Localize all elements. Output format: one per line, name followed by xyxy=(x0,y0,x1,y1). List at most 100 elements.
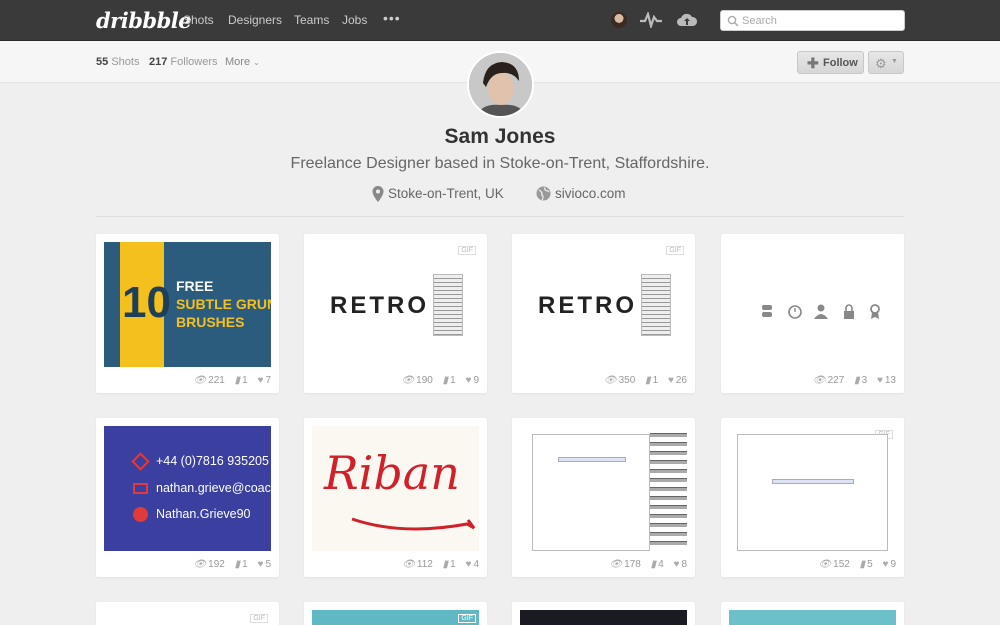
profile-bio: Freelance Designer based in Stoke-on-Tre… xyxy=(290,155,710,172)
shot-card[interactable]: +44 (0)7816 935205 nathan.grieve@coac Na… xyxy=(96,418,279,577)
search-box[interactable]: Search xyxy=(720,10,905,31)
likes-count: 9 xyxy=(473,375,479,386)
nav-shots[interactable]: Shots xyxy=(183,13,214,27)
shot-thumbnail[interactable]: 10 FREE SUBTLE GRUNGE BRUSHES xyxy=(104,242,271,367)
heart-icon[interactable]: ♥ xyxy=(877,375,883,386)
views-count: 221 xyxy=(208,375,225,386)
nav-teams[interactable]: Teams xyxy=(294,13,329,27)
shots-count: 55 xyxy=(96,56,109,68)
eye-icon: 👁 xyxy=(603,375,617,386)
shot-card[interactable]: Riban 👁 112 ▮ 1 ♥ 4 xyxy=(304,418,487,577)
eye-icon: 👁 xyxy=(402,559,415,570)
thumb-line-1: FREE xyxy=(176,278,214,294)
activity-icon[interactable] xyxy=(640,12,662,28)
likes-count: 4 xyxy=(473,559,479,570)
followers-count-link[interactable]: 217 Followers xyxy=(149,56,218,68)
views-count: 227 xyxy=(827,375,845,386)
dribbble-logo[interactable]: dribbble xyxy=(96,8,192,33)
shot-thumbnail[interactable]: GIF RETRO xyxy=(520,242,687,367)
settings-dropdown-button[interactable]: ⚙ ▼ xyxy=(868,51,904,74)
shot-thumbnail[interactable] xyxy=(520,610,687,625)
shot-card[interactable]: GIF xyxy=(304,602,487,625)
follow-label: Follow xyxy=(823,57,858,69)
heart-icon[interactable]: ♥ xyxy=(883,559,889,570)
shot-card[interactable] xyxy=(721,602,904,625)
profile-website-link[interactable]: sivioco.com xyxy=(555,186,626,201)
eye-icon: 👁 xyxy=(193,375,207,386)
shot-thumbnail[interactable]: GIF xyxy=(520,426,687,551)
shot-thumbnail[interactable]: +44 (0)7816 935205 nathan.grieve@coac Na… xyxy=(104,426,271,551)
shot-thumbnail[interactable] xyxy=(729,610,896,625)
caret-down-icon: ▼ xyxy=(891,58,898,65)
heart-icon[interactable]: ♥ xyxy=(466,375,472,386)
shot-thumbnail[interactable]: Riban xyxy=(312,426,479,551)
shot-stats: 👁 192 ▮ 1 ♥ 5 xyxy=(186,559,271,570)
more-dropdown[interactable]: More ⌄ xyxy=(225,56,260,68)
nav-designers[interactable]: Designers xyxy=(228,13,282,27)
views-count: 178 xyxy=(624,559,641,570)
shot-card[interactable] xyxy=(512,602,695,625)
heart-icon[interactable]: ♥ xyxy=(258,559,264,570)
search-icon xyxy=(727,15,739,27)
likes-count: 9 xyxy=(890,559,896,570)
shot-thumbnail[interactable]: GIF xyxy=(729,426,896,551)
divider xyxy=(96,216,904,217)
comments-count: 1 xyxy=(450,559,456,570)
views-count: 350 xyxy=(618,375,636,386)
comment-icon: ▮ xyxy=(442,559,449,570)
heart-icon[interactable]: ♥ xyxy=(668,375,674,386)
shot-card[interactable]: GIF RETRO 👁 190 ▮ 1 ♥ 9 xyxy=(304,234,487,393)
ribbon-swash xyxy=(351,517,476,531)
shot-thumbnail[interactable]: GIF xyxy=(312,610,479,625)
comments-count: 4 xyxy=(658,559,664,570)
comment-icon: ▮ xyxy=(854,375,860,386)
eye-icon: 👁 xyxy=(609,559,623,570)
followers-label: Followers xyxy=(170,56,218,68)
follow-button[interactable]: ✚ Follow xyxy=(797,51,864,74)
profile-avatar[interactable] xyxy=(467,51,534,118)
shot-card[interactable]: GIF xyxy=(96,602,279,625)
shot-card[interactable]: 👁 227 ▮ 3 ♥ 13 xyxy=(721,234,904,393)
more-menu-icon[interactable]: ••• xyxy=(383,10,401,26)
top-navbar: dribbble Shots Designers Teams Jobs ••• … xyxy=(0,0,1000,41)
shot-card[interactable]: GIF 👁152 ▮5 ♥9 xyxy=(721,418,904,577)
eye-icon: 👁 xyxy=(401,375,415,386)
heart-icon[interactable]: ♥ xyxy=(674,559,680,570)
gif-badge: GIF xyxy=(458,614,476,623)
gear-icon: ⚙ xyxy=(875,56,887,71)
thumb-skype: Nathan.Grieve90 xyxy=(156,507,251,521)
eye-icon: 👁 xyxy=(818,559,832,570)
search-input[interactable]: Search xyxy=(742,15,777,27)
comments-count: 1 xyxy=(450,375,456,386)
shot-thumbnail[interactable] xyxy=(729,242,896,367)
gif-badge: GIF xyxy=(250,614,268,623)
shot-stats: 👁 152 ▮ 5 ♥ 9 xyxy=(811,559,896,570)
eye-icon: 👁 xyxy=(812,375,826,386)
shot-thumbnail[interactable]: GIF RETRO xyxy=(312,242,479,367)
nav-jobs[interactable]: Jobs xyxy=(342,13,367,27)
gif-badge: GIF xyxy=(458,246,476,255)
thumb-icon-set xyxy=(762,304,880,319)
views-count: 112 xyxy=(416,559,433,570)
shot-thumbnail[interactable]: GIF xyxy=(104,610,271,625)
thumb-panel xyxy=(433,274,463,336)
likes-count: 8 xyxy=(681,559,687,570)
plus-icon: ✚ xyxy=(807,55,819,71)
shot-card[interactable]: GIF RETRO 👁 350 ▮ 1 ♥ 26 xyxy=(512,234,695,393)
shot-stats: 👁 112 ▮ 1 ♥ 4 xyxy=(395,559,479,570)
gif-badge: GIF xyxy=(666,246,684,255)
heart-icon[interactable]: ♥ xyxy=(466,559,472,570)
thumb-word: RETRO xyxy=(330,292,429,319)
shot-stats: 👁 227 ▮ 3 ♥ 13 xyxy=(806,375,896,386)
shots-count-link[interactable]: 55 Shots xyxy=(96,56,139,68)
heart-icon[interactable]: ♥ xyxy=(258,375,264,386)
thumb-panel xyxy=(641,274,671,336)
shot-card[interactable]: GIF 👁178 ▮4 ♥8 xyxy=(512,418,695,577)
shot-card[interactable]: 10 FREE SUBTLE GRUNGE BRUSHES 👁221 ▮1 ♥7 xyxy=(96,234,279,393)
thumb-email: nathan.grieve@coac xyxy=(156,481,271,495)
more-label: More xyxy=(225,56,251,68)
upload-cloud-icon[interactable] xyxy=(676,11,698,29)
user-avatar[interactable] xyxy=(611,12,627,28)
comment-icon: ▮ xyxy=(234,375,241,386)
comment-icon: ▮ xyxy=(650,559,657,570)
